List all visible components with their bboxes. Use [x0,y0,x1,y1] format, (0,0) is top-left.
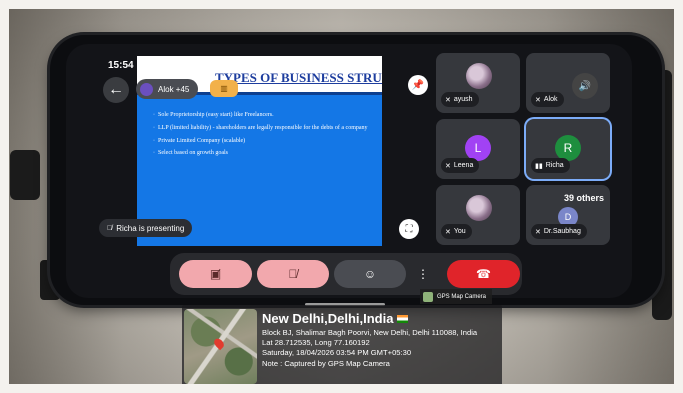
camera-toggle-button[interactable]: ▣̸ [179,260,252,288]
mic-off-icon: 🎙̸ [107,224,113,232]
meeting-info-icon[interactable]: ▥ [210,80,238,97]
participant-name: Dr.Saubhag [543,228,581,235]
slide-bullet: Select based on growth goals [158,150,374,158]
mic-off-icon: 🎙̸ [288,267,298,281]
participants-icon [140,82,153,96]
emoji-icon: ☺ [363,267,377,281]
mic-off-icon: ✕ [445,162,451,170]
camera-off-icon: ▣̸ [209,267,222,281]
fullscreen-icon[interactable]: ⛶ [399,219,419,239]
gps-note: Note : Captured by GPS Map Camera [262,358,390,368]
mic-toggle-button[interactable]: 🎙̸ [257,260,329,288]
slide-bullet-list: Sole Proprietorship (easy start) like Fr… [158,112,374,163]
participant-name: Leena [453,162,474,169]
participant-tile-others[interactable]: 39 others D ✕ Dr.Saubhag [526,185,610,245]
slide-bullet: Private Limited Company (scalable) [158,138,374,146]
pin-icon[interactable]: 📌 [408,75,428,95]
presenting-label: Richa is presenting [116,223,185,233]
participant-tile-active[interactable]: R ▮▮ Richa [526,119,610,179]
mic-off-icon: ✕ [445,228,451,236]
participant-tile[interactable]: ✕ ayush [436,53,520,113]
gps-city-line: New Delhi,Delhi,India [262,310,498,327]
participant-name-chip: ▮▮ Richa [531,158,570,173]
mic-off-icon: ✕ [445,96,451,104]
participant-name: ayush [453,96,473,103]
participant-name-chip: ✕ ayush [441,92,479,107]
speaker-volume-icon[interactable]: 🔊 [572,73,598,99]
status-time: 15:54 [108,60,134,71]
speaking-indicator-icon: ▮▮ [535,162,543,170]
more-options-button[interactable]: ⋮ [412,260,434,288]
participant-name: Alok [543,96,558,103]
participant-tile[interactable]: ✕ You [436,185,520,245]
participant-photo [466,195,492,221]
active-speaker-chip[interactable]: Alok +45 [136,79,199,99]
participant-name: You [453,228,466,235]
slide-bullet: Sole Proprietorship (easy start) like Fr… [158,112,374,120]
participant-name-chip: ✕ Dr.Saubhag [531,224,587,239]
gps-address: Block BJ, Shalimar Bagh Poorvi, New Delh… [262,328,478,338]
participant-name: Richa [545,162,564,169]
mic-off-icon: ✕ [535,228,541,236]
reactions-button[interactable]: ☺ [334,260,406,288]
participant-tile[interactable]: L ✕ Leena [436,119,520,179]
participant-photo [466,63,492,89]
hangup-icon: ☎ [476,267,491,281]
more-vertical-icon: ⋮ [417,267,429,281]
gps-latlong: Lat 28.712535, Long 77.160192 [262,338,370,348]
gps-details: New Delhi,Delhi,India Block BJ, Shalimar… [262,310,498,369]
participant-name-chip: ✕ Alok [531,92,564,107]
slide-bullet: LLP (limited liability) - shareholders a… [158,125,374,133]
leave-call-button[interactable]: ☎ [447,260,520,288]
mic-off-icon: ✕ [535,96,541,104]
participant-name-chip: ✕ Leena [441,158,480,173]
others-count: 39 others [563,193,604,203]
india-flag-icon [397,314,409,323]
participant-name-chip: ✕ You [441,224,472,239]
gps-datetime: Saturday, 18/04/2026 03:54 PM GMT+05:30 [262,348,412,358]
phone-holder-clamp-left [10,150,40,200]
speaker-label: Alok +45 [158,84,190,94]
back-arrow-icon[interactable]: ← [103,77,129,103]
gps-camera-icon [423,291,433,302]
gps-app-label: GPS Map Camera [437,293,487,300]
slide-title: TYPES OF BUSINESS STRUCTURE [215,70,382,85]
gps-app-tag: GPS Map Camera [420,289,493,304]
presenting-chip: 🎙̸ Richa is presenting [99,219,193,237]
gps-city: New Delhi,Delhi,India [262,311,394,326]
